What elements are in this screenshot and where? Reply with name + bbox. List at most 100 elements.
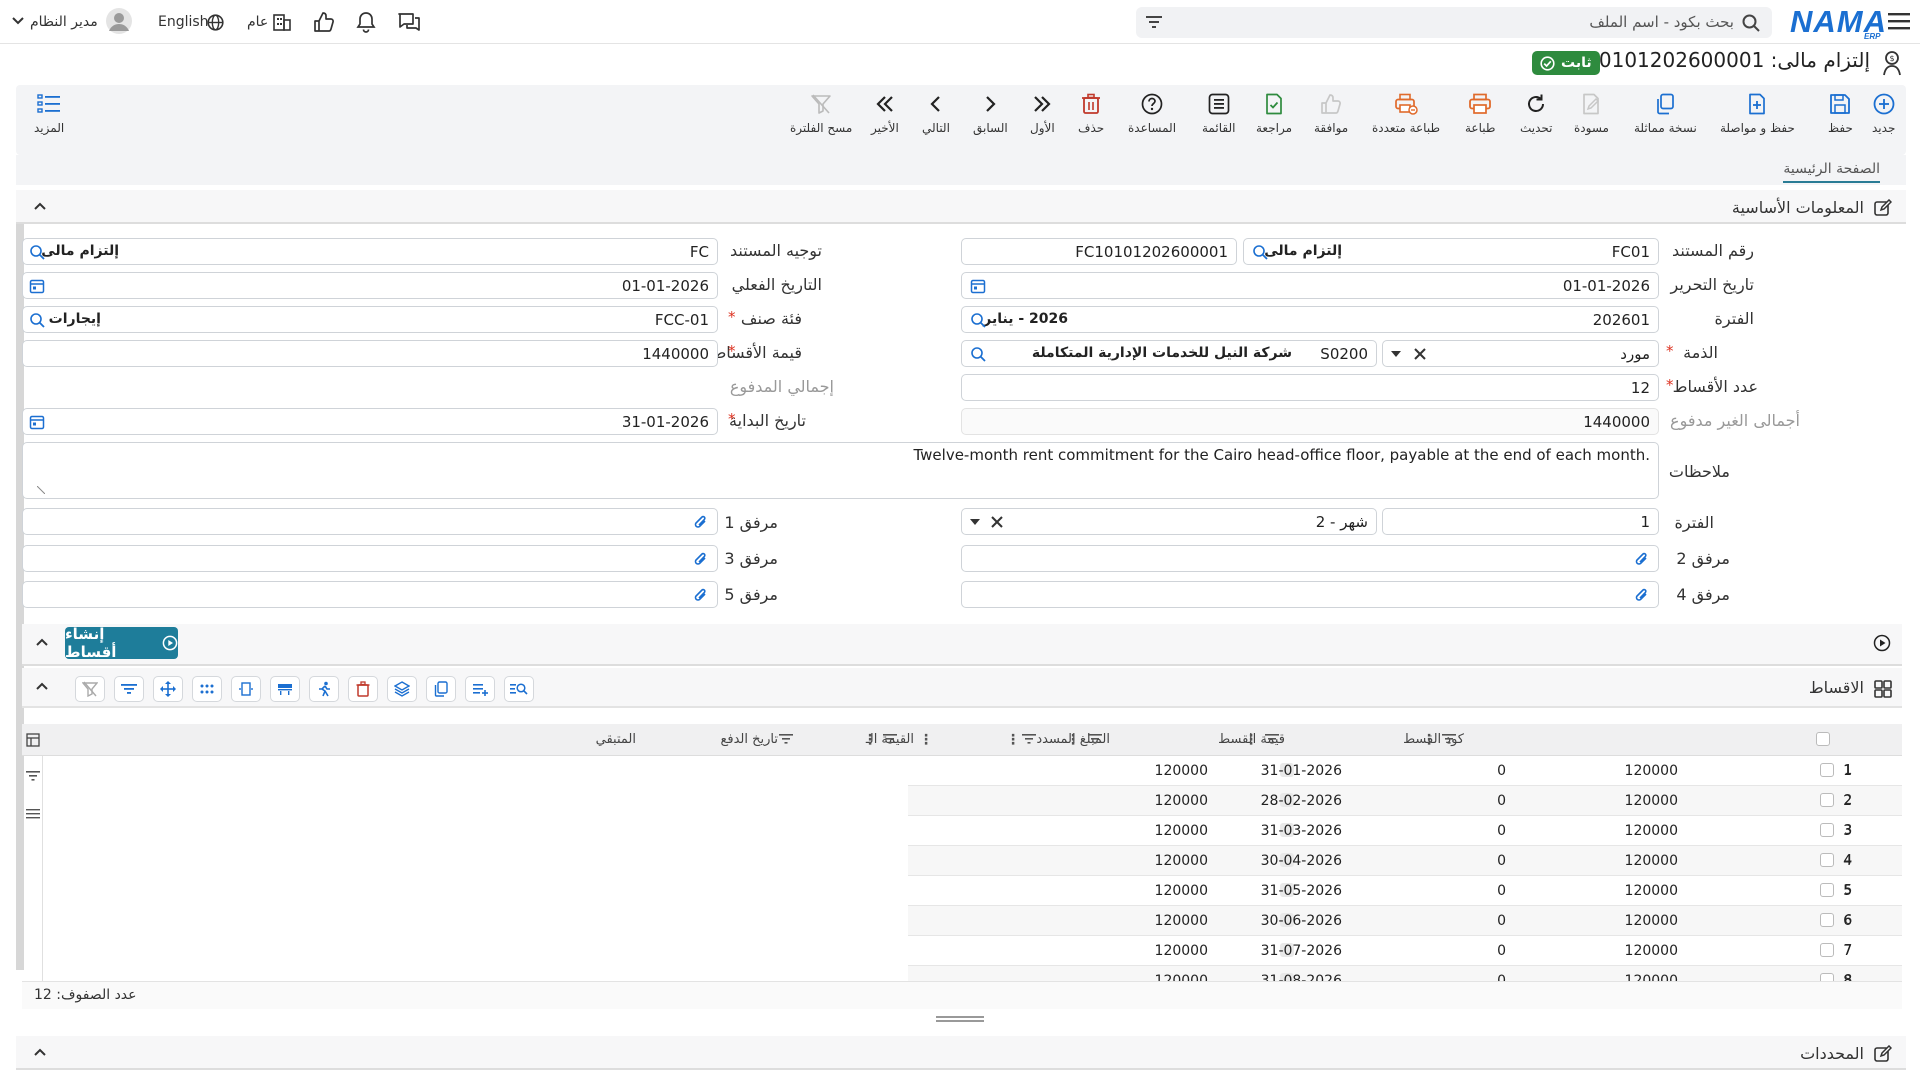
move-arrows-icon[interactable]	[153, 676, 183, 702]
paperclip-icon[interactable]	[693, 514, 709, 531]
review-button[interactable]: مراجعة	[1256, 93, 1292, 135]
paperclip-icon[interactable]	[1634, 551, 1650, 568]
column-filter-icon[interactable]	[779, 733, 793, 745]
user-name[interactable]: مدير النظام	[30, 14, 98, 30]
filter-lines-icon[interactable]	[1146, 15, 1162, 29]
column-filter-icon[interactable]	[1022, 733, 1036, 745]
column-menu-icon[interactable]: ⋮	[1006, 732, 1020, 748]
table-row[interactable]: 4 4 120000 0 30-04-2026 120000	[908, 846, 1902, 876]
table-row[interactable]: 8 8 120000 0 31-08-2026 120000	[908, 966, 1902, 981]
duplicate-button[interactable]: نسخة مماثلة	[1634, 93, 1697, 135]
row-checkbox[interactable]	[1820, 973, 1834, 981]
print-button[interactable]: طباعة	[1465, 93, 1495, 135]
chevron-up-icon[interactable]	[34, 202, 46, 210]
doc-direction-field[interactable]: FC إلتزام مالى	[22, 238, 718, 265]
liability-account-field[interactable]: S0200 شركة النيل للخدمات الإدارية المتكا…	[961, 340, 1377, 367]
table-row[interactable]: 5 5 120000 0 31-05-2026 120000	[908, 876, 1902, 906]
next-button[interactable]: التالي	[922, 93, 950, 135]
column-menu-icon[interactable]: ⋮	[919, 732, 933, 748]
last-button[interactable]: الأخير	[871, 93, 899, 135]
notifications-bell-icon[interactable]	[355, 11, 377, 33]
installments-value-field[interactable]: 1440000	[22, 340, 718, 367]
doc-number-value-field[interactable]: FC10101202600001	[961, 238, 1237, 265]
interval-unit-select[interactable]: 2 - شهر	[961, 508, 1377, 535]
avatar-icon[interactable]	[106, 8, 132, 34]
basic-info-header[interactable]: المعلومات الأساسية	[16, 190, 1906, 224]
lookup-search-icon[interactable]	[1252, 244, 1269, 261]
more-button[interactable]: المزيد	[34, 93, 64, 135]
attach4-field[interactable]	[961, 581, 1659, 608]
dropdown-caret-icon[interactable]	[970, 519, 980, 525]
global-search-input[interactable]: بحث بكود - اسم الملف	[1136, 7, 1772, 38]
help-button[interactable]: المساعدة	[1128, 93, 1176, 135]
paperclip-icon[interactable]	[1634, 587, 1650, 604]
search-list-icon[interactable]	[504, 676, 534, 702]
clear-filter-icon[interactable]	[75, 676, 105, 702]
create-installments-button[interactable]: إنشاء أقساط	[65, 625, 178, 661]
hamburger-menu-icon[interactable]	[1888, 12, 1910, 30]
edit-date-field[interactable]: 01-01-2026	[961, 272, 1659, 299]
table-row[interactable]: 2 2 120000 0 28-02-2026 120000	[908, 786, 1902, 816]
new-button[interactable]: جديد	[1872, 93, 1895, 135]
row-checkbox[interactable]	[1820, 823, 1834, 837]
calendar-icon[interactable]	[970, 278, 986, 294]
dropdown-caret-icon[interactable]	[1391, 351, 1401, 357]
chevron-down-icon[interactable]	[12, 17, 24, 25]
resize-handle-icon[interactable]	[37, 486, 45, 494]
draft-button[interactable]: مسودة	[1574, 93, 1609, 135]
row-checkbox[interactable]	[1820, 913, 1834, 927]
language-switch[interactable]: English	[158, 14, 209, 30]
column-header-remaining[interactable]: المتبقي	[596, 732, 636, 747]
table-row[interactable]: 6 6 120000 0 30-06-2026 120000	[908, 906, 1902, 936]
liability-type-select[interactable]: مورد	[1382, 340, 1659, 367]
insert-rows-icon[interactable]	[465, 676, 495, 702]
installments-count-field[interactable]: 12	[961, 374, 1659, 401]
clear-filter-button[interactable]: مسح الفلترة	[790, 93, 852, 135]
save-button[interactable]: حفظ	[1828, 93, 1853, 135]
dimensions-header[interactable]: المحددات	[16, 1036, 1906, 1070]
column-filter-icon[interactable]	[1088, 733, 1102, 745]
column-filter-icon[interactable]	[1265, 733, 1279, 745]
table-header-icon[interactable]	[270, 676, 300, 702]
approve-button[interactable]: موافقة	[1314, 93, 1348, 135]
calendar-icon[interactable]	[29, 278, 45, 294]
multi-print-button[interactable]: طباعة متعددة	[1372, 93, 1440, 135]
list-button[interactable]: القائمة	[1202, 93, 1235, 135]
chevron-up-icon[interactable]	[36, 638, 48, 646]
lookup-search-icon[interactable]	[29, 244, 46, 261]
copy-icon[interactable]	[426, 676, 456, 702]
column-menu-icon[interactable]: ⋮	[1066, 732, 1080, 748]
column-menu-icon[interactable]: ⋮	[1244, 732, 1258, 748]
dots-grid-icon[interactable]	[192, 676, 222, 702]
chevron-up-icon[interactable]	[36, 682, 48, 690]
start-date-field[interactable]: 31-01-2026	[22, 408, 718, 435]
trash-icon[interactable]	[348, 676, 378, 702]
fit-columns-icon[interactable]	[231, 676, 261, 702]
period-field[interactable]: 202601 2026 - يناير	[961, 306, 1659, 333]
chevron-up-icon[interactable]	[34, 1048, 46, 1056]
interval-field[interactable]: 1	[1382, 508, 1659, 535]
actual-date-field[interactable]: 01-01-2026	[22, 272, 718, 299]
calendar-icon[interactable]	[29, 414, 45, 430]
refresh-button[interactable]: تحديث	[1520, 93, 1553, 135]
category-field[interactable]: FCC-01 إيجارات	[22, 306, 718, 333]
row-checkbox[interactable]	[1820, 883, 1834, 897]
column-menu-icon[interactable]: ⋮	[1422, 732, 1436, 748]
clear-x-icon[interactable]	[1413, 347, 1427, 361]
running-person-icon[interactable]	[309, 676, 339, 702]
attach1-field[interactable]	[22, 508, 718, 535]
column-menu-icon[interactable]: ⋮	[863, 732, 877, 748]
previous-button[interactable]: السابق	[973, 93, 1008, 135]
table-row[interactable]: 3 3 120000 0 31-03-2026 120000	[908, 816, 1902, 846]
column-header-pay-date[interactable]: تاريخ الدفع	[720, 732, 778, 747]
lookup-search-icon[interactable]	[970, 346, 987, 363]
doc-number-field[interactable]: FC01 إلتزام مالى	[1243, 238, 1659, 265]
select-all-checkbox[interactable]	[1816, 732, 1830, 746]
tab-home[interactable]: الصفحة الرئيسية	[1783, 161, 1880, 183]
table-row[interactable]: 1 1 120000 0 31-01-2026 120000	[908, 756, 1902, 786]
paperclip-icon[interactable]	[693, 587, 709, 604]
lookup-search-icon[interactable]	[29, 312, 46, 329]
layers-icon[interactable]	[387, 676, 417, 702]
column-filter-icon[interactable]	[883, 733, 897, 745]
table-row[interactable]: 7 7 120000 0 31-07-2026 120000	[908, 936, 1902, 966]
